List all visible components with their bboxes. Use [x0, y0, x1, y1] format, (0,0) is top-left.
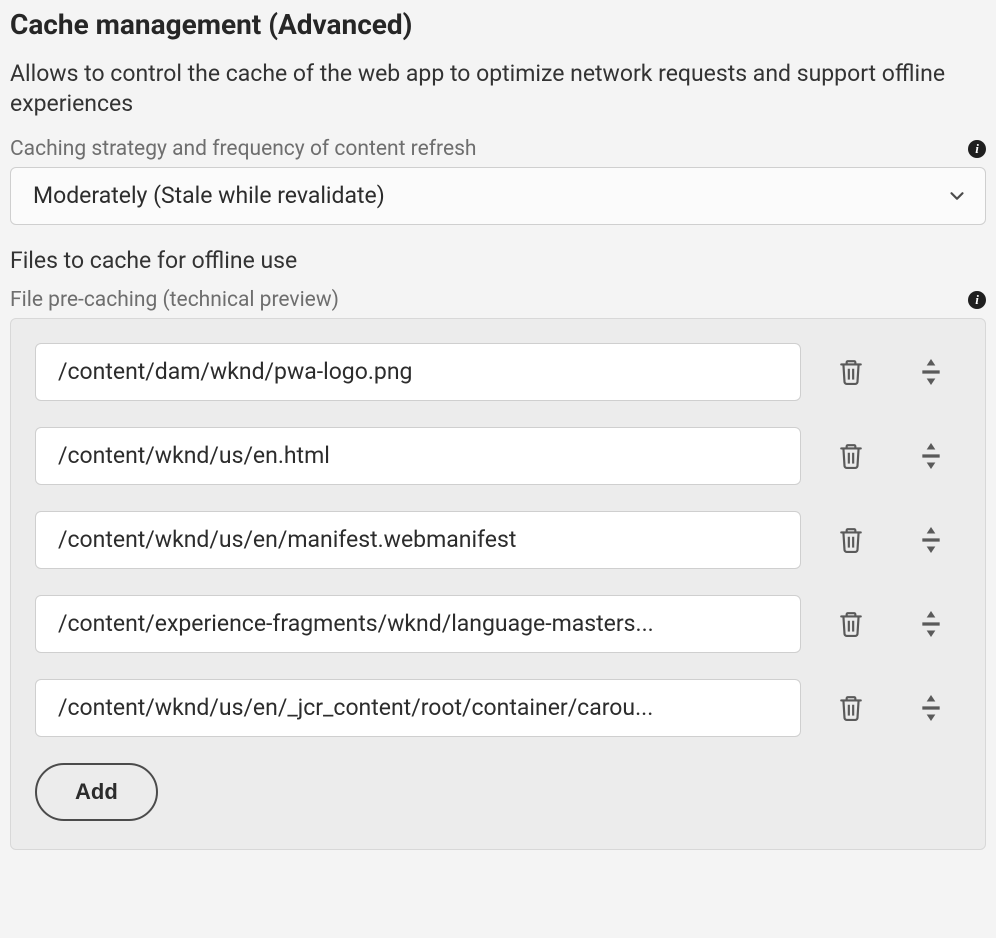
reorder-button[interactable]	[901, 686, 961, 730]
strategy-label: Caching strategy and frequency of conten…	[10, 137, 477, 161]
reorder-icon	[918, 525, 944, 555]
files-heading: Files to cache for offline use	[10, 247, 986, 274]
cache-management-panel: Cache management (Advanced) Allows to co…	[0, 0, 996, 870]
file-path-input[interactable]: /content/experience-fragments/wknd/langu…	[35, 595, 801, 653]
file-row: /content/wknd/us/en/_jcr_content/root/co…	[35, 679, 961, 737]
precache-label: File pre-caching (technical preview)	[10, 288, 339, 312]
file-precache-multifield: /content/dam/wknd/pwa-logo.png	[10, 318, 986, 850]
file-path-input[interactable]: /content/wknd/us/en/_jcr_content/root/co…	[35, 679, 801, 737]
file-path-input[interactable]: /content/wknd/us/en.html	[35, 427, 801, 485]
strategy-select[interactable]: Moderately (Stale while revalidate)	[10, 167, 986, 225]
trash-icon	[838, 693, 864, 723]
delete-button[interactable]	[821, 602, 881, 646]
reorder-button[interactable]	[901, 518, 961, 562]
trash-icon	[838, 609, 864, 639]
reorder-button[interactable]	[901, 434, 961, 478]
file-path-input[interactable]: /content/dam/wknd/pwa-logo.png	[35, 343, 801, 401]
section-title: Cache management (Advanced)	[10, 8, 986, 41]
reorder-icon	[918, 441, 944, 471]
delete-button[interactable]	[821, 518, 881, 562]
precache-label-row: File pre-caching (technical preview) i	[10, 288, 986, 312]
delete-button[interactable]	[821, 686, 881, 730]
file-row: /content/dam/wknd/pwa-logo.png	[35, 343, 961, 401]
info-icon[interactable]: i	[968, 140, 986, 158]
reorder-button[interactable]	[901, 350, 961, 394]
add-button[interactable]: Add	[35, 763, 158, 821]
file-row: /content/experience-fragments/wknd/langu…	[35, 595, 961, 653]
reorder-button[interactable]	[901, 602, 961, 646]
reorder-icon	[918, 693, 944, 723]
trash-icon	[838, 357, 864, 387]
file-row: /content/wknd/us/en.html	[35, 427, 961, 485]
reorder-icon	[918, 357, 944, 387]
section-description: Allows to control the cache of the web a…	[10, 59, 986, 119]
reorder-icon	[918, 609, 944, 639]
file-row: /content/wknd/us/en/manifest.webmanifest	[35, 511, 961, 569]
info-icon[interactable]: i	[968, 291, 986, 309]
strategy-value: Moderately (Stale while revalidate)	[33, 182, 385, 209]
file-path-input[interactable]: /content/wknd/us/en/manifest.webmanifest	[35, 511, 801, 569]
delete-button[interactable]	[821, 350, 881, 394]
trash-icon	[838, 525, 864, 555]
delete-button[interactable]	[821, 434, 881, 478]
trash-icon	[838, 441, 864, 471]
strategy-label-row: Caching strategy and frequency of conten…	[10, 137, 986, 161]
